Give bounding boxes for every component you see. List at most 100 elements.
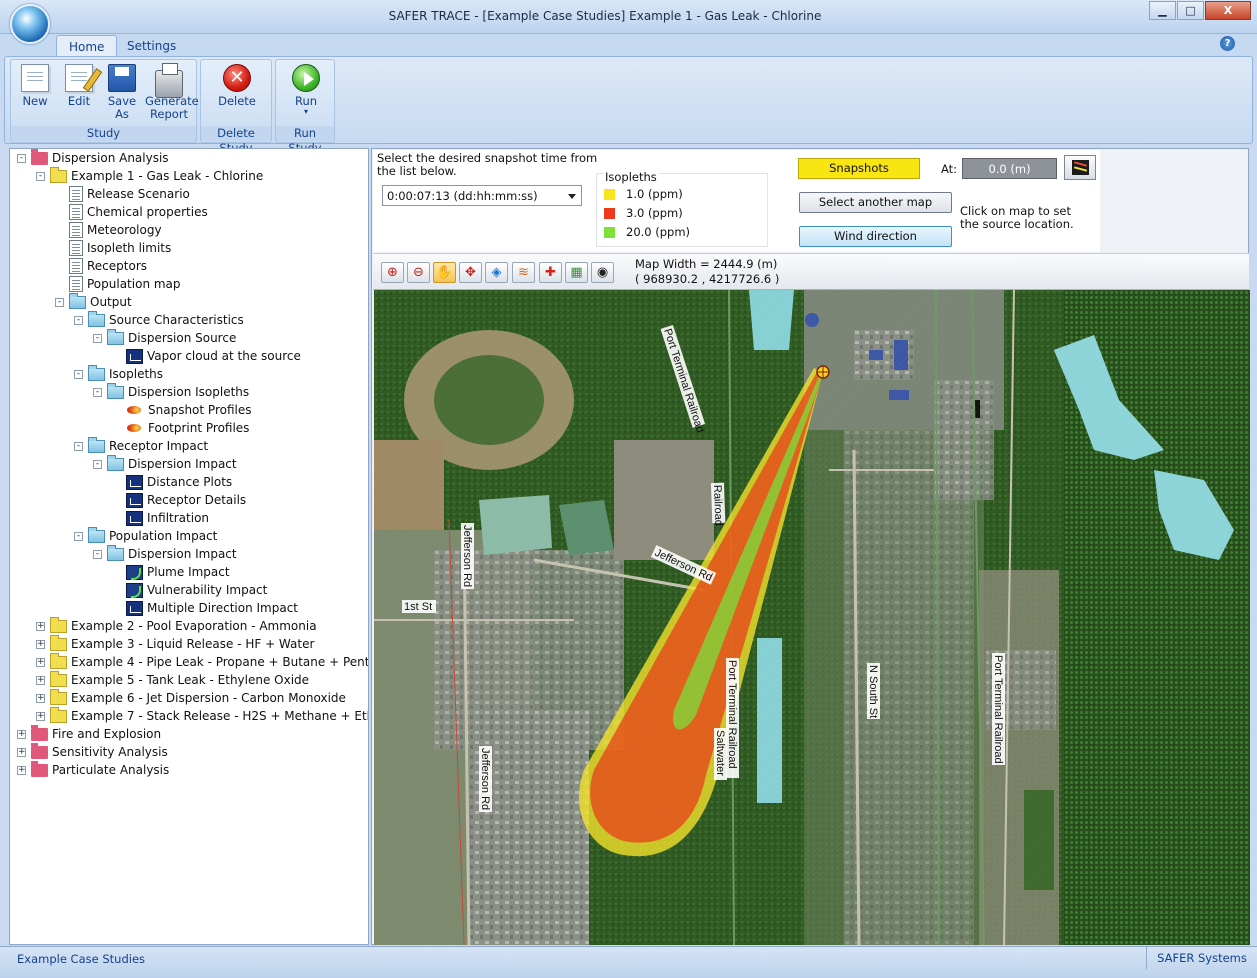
snapshot-controls-panel: Select the desired snapshot time from th… xyxy=(373,150,1100,252)
edit-button[interactable]: Edit xyxy=(61,64,97,108)
delete-button[interactable]: ✕ Delete xyxy=(215,64,259,108)
ribbon-group-label-delete-study: Delete Study xyxy=(201,126,271,155)
tree-item[interactable]: Vapor cloud at the source xyxy=(126,347,301,365)
map-canvas[interactable]: Port Terminal Railroad Railroad Jefferso… xyxy=(374,290,1250,945)
tree-expander-icon[interactable]: - xyxy=(93,388,102,397)
plume-icon xyxy=(126,422,144,434)
zoom-extents-icon[interactable]: ✥ xyxy=(459,262,482,283)
tree-expander-icon[interactable]: + xyxy=(36,622,45,631)
tree-expander-icon[interactable]: + xyxy=(36,676,45,685)
snapshots-button[interactable]: Snapshots xyxy=(798,158,920,179)
tree-item[interactable]: Meteorology xyxy=(69,221,162,239)
page-icon xyxy=(69,204,83,220)
at-height-field[interactable]: 0.0 (m) xyxy=(962,158,1057,179)
ribbon-group-run-study: Run ▾ Run Study xyxy=(275,59,335,155)
satellite-map[interactable]: Port Terminal Railroad Railroad Jefferso… xyxy=(374,290,1250,945)
tree-item[interactable]: Footprint Profiles xyxy=(126,419,249,437)
tree-item[interactable]: Multiple Direction Impact xyxy=(126,599,298,617)
tree-item[interactable]: Population map xyxy=(69,275,181,293)
tree-item[interactable]: Chemical properties xyxy=(69,203,208,221)
snapshot-time-dropdown[interactable]: 0:00:07:13 (dd:hh:mm:ss) xyxy=(382,185,582,206)
tree-item[interactable]: Population Impact xyxy=(88,526,217,545)
save-as-button[interactable]: Save As xyxy=(104,64,140,121)
camera-icon[interactable]: ◉ xyxy=(591,262,614,283)
tree-expander-icon[interactable]: - xyxy=(93,460,102,469)
status-bar: Example Case Studies SAFER Systems xyxy=(0,946,1257,978)
tree-expander-icon[interactable]: + xyxy=(17,766,26,775)
new-button[interactable]: New xyxy=(17,64,53,108)
tree-item[interactable]: Isopleth limits xyxy=(69,239,171,257)
north-compass-icon[interactable]: ◈ xyxy=(485,262,508,283)
tree-item[interactable]: Example 5 - Tank Leak - Ethylene Oxide xyxy=(50,670,309,689)
page-icon xyxy=(69,222,83,238)
tree-item[interactable]: Output xyxy=(69,292,132,311)
pan-hand-icon[interactable]: ✋ xyxy=(433,262,456,283)
tree-expander-icon[interactable]: - xyxy=(74,370,83,379)
street-label: Port Terminal Railroad xyxy=(726,660,738,769)
run-button[interactable]: Run ▾ xyxy=(288,64,324,116)
tree-item[interactable]: Fire and Explosion xyxy=(31,724,161,743)
tree-item-label: Vapor cloud at the source xyxy=(147,349,301,363)
tree-item[interactable]: Receptors xyxy=(69,257,147,275)
tree-item[interactable]: Dispersion Analysis xyxy=(31,149,169,167)
tree-item[interactable]: Example 1 - Gas Leak - Chlorine xyxy=(50,166,263,185)
tree-item[interactable]: Plume Impact xyxy=(126,563,230,581)
tree-item[interactable]: Particulate Analysis xyxy=(31,760,169,779)
tree-item[interactable]: Snapshot Profiles xyxy=(126,401,251,419)
minimize-button[interactable]: ▁ xyxy=(1149,1,1176,20)
tree-item[interactable]: Release Scenario xyxy=(69,185,190,203)
tree-expander-icon[interactable]: + xyxy=(17,730,26,739)
zoom-out-icon[interactable]: ⊖ xyxy=(407,262,430,283)
tree-expander-icon[interactable]: + xyxy=(17,748,26,757)
tree-item[interactable]: Source Characteristics xyxy=(88,310,244,329)
tree-expander-icon[interactable]: - xyxy=(74,532,83,541)
tree-item[interactable]: Dispersion Impact xyxy=(107,544,237,563)
tree-item[interactable]: Infiltration xyxy=(126,509,209,527)
tree-expander-icon[interactable]: - xyxy=(74,316,83,325)
tree-item[interactable]: Example 7 - Stack Release - H2S + Methan… xyxy=(50,706,368,725)
tab-home[interactable]: Home xyxy=(56,35,118,56)
tree-item[interactable]: Dispersion Isopleths xyxy=(107,382,249,401)
wind-direction-button[interactable]: Wind direction xyxy=(799,226,952,247)
tree-item[interactable]: Dispersion Source xyxy=(107,328,236,347)
zoom-in-icon[interactable]: ⊕ xyxy=(381,262,404,283)
tree-expander-icon[interactable]: + xyxy=(36,658,45,667)
tree-item[interactable]: Receptor Details xyxy=(126,491,246,509)
set-source-icon[interactable]: ✚ xyxy=(539,262,562,283)
tree-item[interactable]: Example 6 - Jet Dispersion - Carbon Mono… xyxy=(50,688,346,707)
study-tree[interactable]: - Dispersion Analysis - Example 1 - Gas Lea… xyxy=(9,148,369,945)
new-document-icon xyxy=(21,64,49,92)
tree-item[interactable]: Sensitivity Analysis xyxy=(31,742,168,761)
overlay-icon[interactable]: ▦ xyxy=(565,262,588,283)
layers-icon[interactable]: ≋ xyxy=(512,262,535,283)
tree-item[interactable]: Example 2 - Pool Evaporation - Ammonia xyxy=(50,616,317,635)
tree-expander-icon[interactable]: - xyxy=(55,298,64,307)
plot-settings-button[interactable] xyxy=(1064,155,1096,180)
tree-item[interactable]: Receptor Impact xyxy=(88,436,208,455)
tree-expander-icon[interactable]: + xyxy=(36,712,45,721)
tree-expander-icon[interactable]: - xyxy=(74,442,83,451)
tree-item[interactable]: Isopleths xyxy=(88,364,163,383)
tree-expander-icon[interactable]: - xyxy=(36,172,45,181)
tab-settings[interactable]: Settings xyxy=(115,35,188,56)
maximize-button[interactable]: □ xyxy=(1177,1,1204,20)
tree-expander-icon[interactable]: + xyxy=(36,640,45,649)
run-dropdown-arrow-icon[interactable]: ▾ xyxy=(288,108,324,116)
tree-expander-icon[interactable]: - xyxy=(93,334,102,343)
delete-x-icon: ✕ xyxy=(223,64,251,92)
tree-item[interactable]: Example 4 - Pipe Leak - Propane + Butane… xyxy=(50,652,368,671)
tree-expander-icon[interactable]: - xyxy=(93,550,102,559)
tree-item[interactable]: Vulnerability Impact xyxy=(126,581,267,599)
tree-expander-icon[interactable]: + xyxy=(36,694,45,703)
application-menu-orb[interactable] xyxy=(10,4,50,44)
help-icon[interactable]: ? xyxy=(1220,36,1235,51)
street-label: Port Terminal Railroad xyxy=(992,655,1004,764)
tree-expander-icon[interactable]: - xyxy=(17,154,26,163)
tree-item[interactable]: Dispersion Impact xyxy=(107,454,237,473)
tree-item[interactable]: Example 3 - Liquid Release - HF + Water xyxy=(50,634,314,653)
generate-report-button[interactable]: Generate Report xyxy=(144,63,199,121)
close-button[interactable]: X xyxy=(1205,1,1251,20)
isopleth-swatch xyxy=(604,207,615,219)
tree-item[interactable]: Distance Plots xyxy=(126,473,232,491)
select-another-map-button[interactable]: Select another map xyxy=(799,192,952,213)
